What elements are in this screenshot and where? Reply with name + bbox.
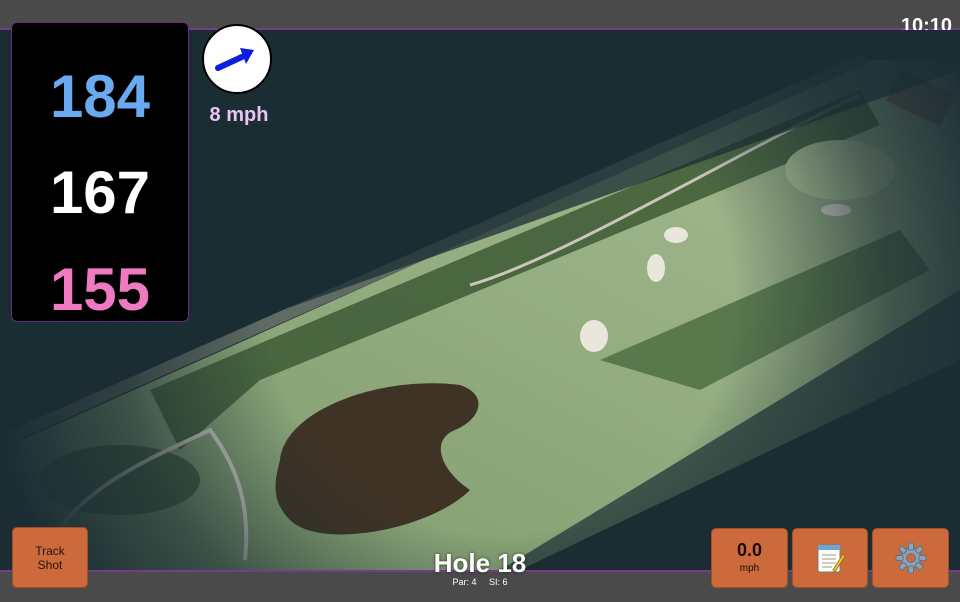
track-shot-button[interactable]: Track Shot <box>12 527 88 588</box>
notepad-icon <box>817 544 845 573</box>
hole-stroke-index: SI: 6 <box>489 577 508 587</box>
back-of-green-distance: 184 <box>49 63 151 130</box>
speed-value: 0.0 <box>736 540 763 560</box>
hole-info: Par: 4 SI: 6 <box>380 577 580 587</box>
wind-indicator <box>202 24 272 94</box>
distance-panel: 184 167 155 <box>11 22 189 322</box>
track-shot-label-line1: Track <box>35 543 65 558</box>
track-shot-label-line2: Shot <box>37 557 63 572</box>
speed-unit: mph <box>739 563 760 574</box>
wind-speed: 8 mph <box>209 104 269 126</box>
hole-par: Par: 4 <box>452 577 477 587</box>
settings-button[interactable] <box>872 528 949 588</box>
notes-button[interactable] <box>792 528 868 588</box>
hole-title: Hole 18 <box>433 548 527 578</box>
middle-of-green-distance: 167 <box>49 159 151 226</box>
front-of-green-distance: 155 <box>49 256 151 323</box>
speed-button[interactable]: 0.0 mph <box>711 528 788 588</box>
arrow-icon <box>215 48 254 71</box>
gear-icon <box>895 542 926 574</box>
